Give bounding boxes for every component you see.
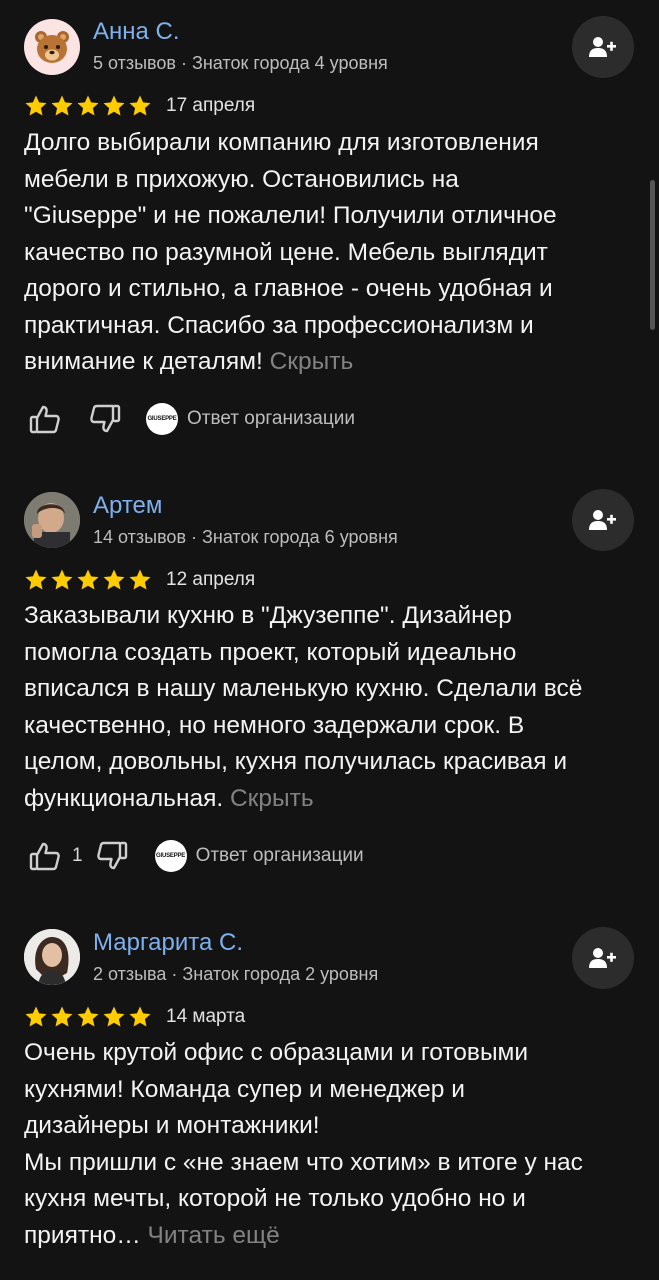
star-icon bbox=[103, 95, 125, 116]
star-icon bbox=[77, 95, 99, 116]
text-line: кухня мечты, которой не только удобно но… bbox=[24, 1185, 526, 1212]
text-line: Заказывали кухню в "Джузеппе". Дизайнер bbox=[24, 602, 512, 629]
rating-row: 17 апреля bbox=[24, 94, 255, 118]
hide-link[interactable]: Скрыть bbox=[270, 348, 354, 375]
author-meta: 2 отзыва · Знаток города 2 уровня bbox=[93, 964, 379, 984]
text-line: функциональная. bbox=[24, 784, 224, 812]
review-date: 12 апреля bbox=[166, 569, 256, 590]
organization-reply-link[interactable]: Ответ организации bbox=[187, 408, 355, 430]
rating-stars bbox=[24, 94, 152, 118]
text-line: целом, довольны, кухня получилась красив… bbox=[24, 748, 568, 775]
organization-logo: GIUSEPPE bbox=[146, 403, 178, 435]
star-icon bbox=[51, 569, 73, 590]
star-icon bbox=[25, 569, 47, 590]
text-line: качество по разумной цене. Мебель выгляд… bbox=[24, 238, 548, 266]
thumbs-up-icon[interactable] bbox=[28, 839, 62, 873]
star-icon bbox=[77, 1006, 99, 1027]
star-icon bbox=[51, 95, 73, 116]
scrollbar[interactable] bbox=[650, 180, 655, 330]
text-line: вписался в нашу маленькую кухню. Сделали… bbox=[24, 675, 583, 702]
star-icon bbox=[77, 569, 99, 590]
hide-link[interactable]: Скрыть bbox=[230, 785, 314, 812]
review-text: Заказывали кухню в "Джузеппе". Дизайнер … bbox=[24, 598, 644, 817]
text-line: кухнями! Команда супер и менеджер и bbox=[24, 1075, 465, 1103]
user-photo-avatar[interactable] bbox=[24, 492, 80, 548]
star-icon bbox=[129, 95, 151, 116]
add-user-icon bbox=[589, 948, 616, 968]
text-line: качественно, но немного задержали срок. … bbox=[24, 711, 525, 739]
organization-logo: GIUSEPPE bbox=[154, 840, 187, 872]
text-line: внимание к деталям! bbox=[24, 348, 263, 375]
review-date: 14 марта bbox=[166, 1006, 246, 1027]
thumbs-down-icon[interactable] bbox=[88, 402, 122, 436]
text-line: Очень крутой офис с образцами и готовыми bbox=[24, 1039, 529, 1066]
rating-stars bbox=[24, 1005, 152, 1029]
rating-row: 14 марта bbox=[24, 1005, 245, 1029]
author-name[interactable]: Артем bbox=[93, 492, 162, 520]
rating-row: 12 апреля bbox=[24, 568, 255, 592]
review-text: Очень крутой офис с образцами и готовыми… bbox=[24, 1035, 644, 1254]
text-line: приятно… bbox=[24, 1221, 141, 1249]
text-line: дорого и стильно, а главное - очень удоб… bbox=[24, 275, 553, 302]
author-name[interactable]: Анна С. bbox=[93, 18, 180, 46]
thumbs-down-icon[interactable] bbox=[95, 839, 129, 873]
read-more-link[interactable]: Читать ещё bbox=[148, 1222, 280, 1249]
star-icon bbox=[25, 95, 47, 116]
organization-reply-link[interactable]: Ответ организации bbox=[196, 845, 364, 867]
review-text: Долго выбирали компанию для изготовления… bbox=[24, 125, 644, 381]
add-user-icon bbox=[589, 510, 616, 530]
review-date: 17 апреля bbox=[166, 95, 256, 116]
bear-avatar-icon[interactable] bbox=[24, 19, 80, 75]
review-actions: 1 GIUSEPPE Ответ организации bbox=[28, 836, 364, 876]
text-line: "Giuseppe" и не пожалели! Получили отлич… bbox=[24, 202, 557, 229]
like-count: 1 bbox=[72, 845, 83, 866]
subscribe-button[interactable] bbox=[572, 489, 634, 551]
rating-stars bbox=[24, 568, 152, 592]
text-line: Мы пришли с «не знаем что хотим» в итоге… bbox=[24, 1148, 583, 1176]
star-icon bbox=[103, 569, 125, 590]
star-icon bbox=[51, 1006, 73, 1027]
thumbs-up-icon[interactable] bbox=[28, 402, 62, 436]
subscribe-button[interactable] bbox=[572, 927, 634, 989]
star-icon bbox=[129, 1006, 151, 1027]
author-name[interactable]: Маргарита С. bbox=[93, 929, 243, 957]
review-actions: GIUSEPPE Ответ организации bbox=[28, 399, 355, 439]
add-user-icon bbox=[589, 37, 616, 57]
author-meta: 5 отзывов · Знаток города 4 уровня bbox=[93, 53, 388, 73]
star-icon bbox=[103, 1006, 125, 1027]
text-line: дизайнеры и монтажники! bbox=[24, 1112, 320, 1139]
user-photo-avatar[interactable] bbox=[24, 929, 80, 985]
text-line: практичная. Спасибо за профессионализм и bbox=[24, 311, 534, 339]
text-line: мебели в прихожую. Остановились на bbox=[24, 165, 459, 193]
author-meta: 14 отзывов · Знаток города 6 уровня bbox=[93, 527, 398, 547]
subscribe-button[interactable] bbox=[572, 16, 634, 78]
star-icon bbox=[25, 1006, 47, 1027]
star-icon bbox=[129, 569, 151, 590]
text-line: Долго выбирали компанию для изготовления bbox=[24, 129, 539, 156]
text-line: помогла создать проект, который идеально bbox=[24, 638, 517, 666]
